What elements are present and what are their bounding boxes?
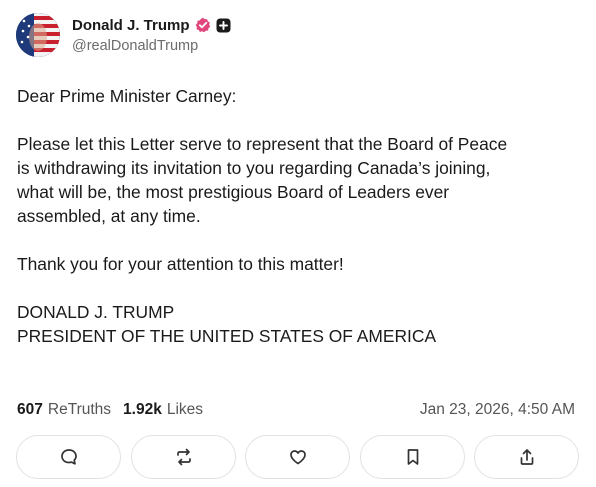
likes-count[interactable]: 1.92k	[123, 401, 162, 419]
reply-icon	[60, 449, 77, 465]
author-display-name[interactable]: Donald J. Trump	[72, 17, 190, 34]
like-button[interactable]	[245, 435, 350, 479]
share-button[interactable]	[474, 435, 579, 479]
body-line: Please let this Letter serve to represen…	[17, 134, 508, 154]
post-timestamp[interactable]: Jan 23, 2026, 4:50 AM	[420, 400, 575, 420]
post-body: Dear Prime Minister Carney: Please let t…	[17, 84, 587, 348]
verified-badge-icon	[195, 17, 211, 33]
follow-plus-icon[interactable]	[216, 18, 231, 33]
body-line: what will be, the most prestigious Board…	[17, 182, 450, 202]
body-line: is withdrawing its invitation to you reg…	[17, 158, 491, 178]
author-name-row: Donald J. Trump	[72, 15, 231, 35]
signature-title: PRESIDENT OF THE UNITED STATES OF AMERIC…	[17, 326, 437, 346]
share-icon	[520, 449, 533, 465]
salutation-line: Dear Prime Minister Carney:	[17, 86, 237, 106]
flag-avatar-image	[16, 13, 60, 57]
retruths-label[interactable]: ReTruths	[48, 401, 111, 419]
reply-button[interactable]	[16, 435, 121, 479]
like-icon	[289, 450, 306, 465]
signature-name: DONALD J. TRUMP	[17, 302, 175, 322]
retruth-button[interactable]	[131, 435, 236, 479]
bookmark-button[interactable]	[360, 435, 465, 479]
retruth-icon	[176, 448, 191, 466]
avatar[interactable]	[16, 13, 60, 57]
likes-label[interactable]: Likes	[167, 401, 203, 419]
retruths-count[interactable]: 607	[17, 401, 43, 419]
closing-line: Thank you for your attention to this mat…	[17, 254, 344, 274]
bookmark-icon	[407, 449, 418, 465]
truth-post: Donald J. Trump @realDonaldTrump Dear Pr…	[0, 0, 596, 487]
body-line: assembled, at any time.	[17, 206, 201, 226]
post-stats: 607 ReTruths 1.92k Likes	[17, 400, 215, 420]
author-handle[interactable]: @realDonaldTrump	[72, 38, 198, 54]
action-bar	[16, 435, 579, 479]
